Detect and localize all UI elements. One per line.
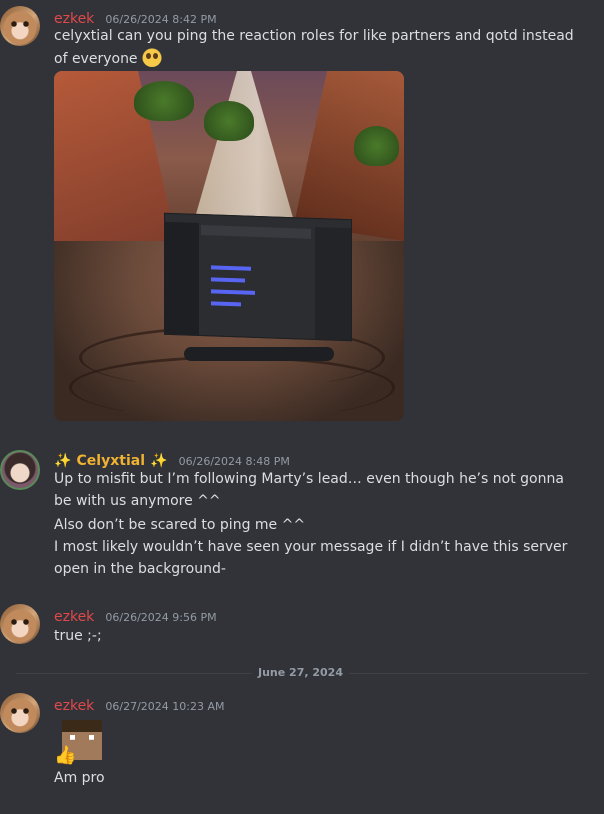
vr-line [211,265,251,271]
avatar[interactable] [0,604,40,644]
avatar[interactable] [0,6,40,46]
timestamp: 06/27/2024 10:23 AM [105,700,225,713]
palm-icon [204,101,254,141]
timestamp: 06/26/2024 8:48 PM [178,455,290,468]
date-divider-label: June 27, 2024 [252,666,349,679]
username[interactable]: ezkek [54,609,94,625]
vr-header [201,225,311,239]
vr-line [211,289,255,295]
sparkle-icon: ✨ [54,453,72,469]
palm-icon [354,126,399,166]
vr-line [211,301,241,307]
vr-taskbar [184,347,334,361]
pleading-face-icon [142,47,163,67]
message-text: celyxtial can you ping the reaction role… [54,28,574,67]
username[interactable]: Celyxtial [77,453,145,469]
username[interactable]: ezkek [54,698,94,714]
timestamp: 06/26/2024 9:56 PM [105,611,217,624]
message: ✨ Celyxtial ✨ 06/26/2024 8:48 PM Up to m… [0,448,604,586]
palm-icon [134,81,194,121]
vr-discord-window [164,212,352,342]
message-text: Am pro [54,770,105,786]
avatar[interactable] [0,450,40,490]
sparkle-icon: ✨ [150,453,168,469]
track [69,356,395,419]
message-text: true ;-; [54,628,102,644]
message-header: ezkek 06/27/2024 10:23 AM [54,695,225,714]
vr-member-list [315,226,351,341]
vr-line [211,277,245,283]
message-header: ezkek 06/26/2024 9:56 PM [54,606,217,625]
vr-sidebar [165,221,199,335]
message: ezkek 06/26/2024 9:56 PM true ;-; [0,604,604,652]
message-text: Also don’t be scared to ping me ^^ I mos… [54,517,568,577]
image-attachment[interactable] [54,71,404,421]
message-text: Up to misfit but I’m following Marty’s l… [54,471,564,509]
message-header: ✨ Celyxtial ✨ 06/26/2024 8:48 PM [54,450,290,469]
avatar[interactable] [0,693,40,733]
thumbs-up-icon: 👍 [54,745,77,766]
